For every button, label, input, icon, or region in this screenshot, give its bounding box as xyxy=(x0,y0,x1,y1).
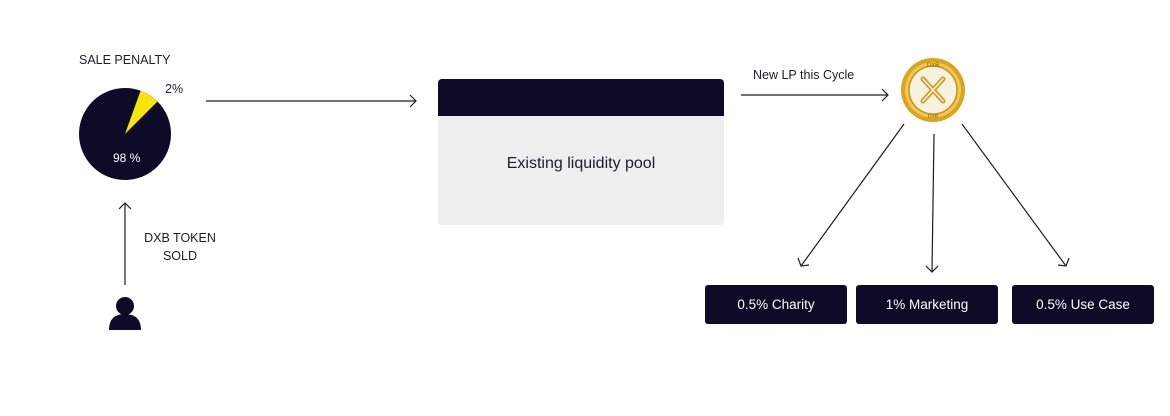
dxb-coin-logo: DXB DXB xyxy=(901,58,965,122)
svg-text:DXB: DXB xyxy=(928,114,939,120)
arrow-user-to-pie xyxy=(118,202,132,285)
token-sold-line2: SOLD xyxy=(162,249,198,263)
arrow-pie-to-pool xyxy=(206,94,417,108)
new-lp-label: New LP this Cycle xyxy=(753,68,855,82)
arrow-lp-to-usecase xyxy=(961,123,1070,267)
liquidity-pool-header xyxy=(438,79,724,116)
arrow-pool-to-lp xyxy=(741,88,889,102)
allocation-charity: 0.5% Charity xyxy=(705,285,847,324)
sale-penalty-title: SALE PENALTY xyxy=(79,53,171,67)
token-sold-label: DXB TOKEN SOLD xyxy=(140,229,220,265)
pie-label-98-percent: 98 % xyxy=(113,151,141,165)
allocation-use-case: 0.5% Use Case xyxy=(1012,285,1154,324)
svg-text:DXB: DXB xyxy=(927,63,939,69)
token-sold-line1: DXB TOKEN xyxy=(144,231,216,245)
arrow-lp-to-marketing xyxy=(925,133,939,273)
liquidity-pool-label: Existing liquidity pool xyxy=(506,155,656,172)
user-icon xyxy=(109,297,141,330)
arrow-lp-to-charity xyxy=(797,123,905,267)
sale-penalty-pie xyxy=(79,88,171,180)
pie-label-2-percent: 2% xyxy=(165,82,184,96)
liquidity-pool-box: Existing liquidity pool xyxy=(438,79,724,225)
allocation-marketing: 1% Marketing xyxy=(856,285,998,324)
